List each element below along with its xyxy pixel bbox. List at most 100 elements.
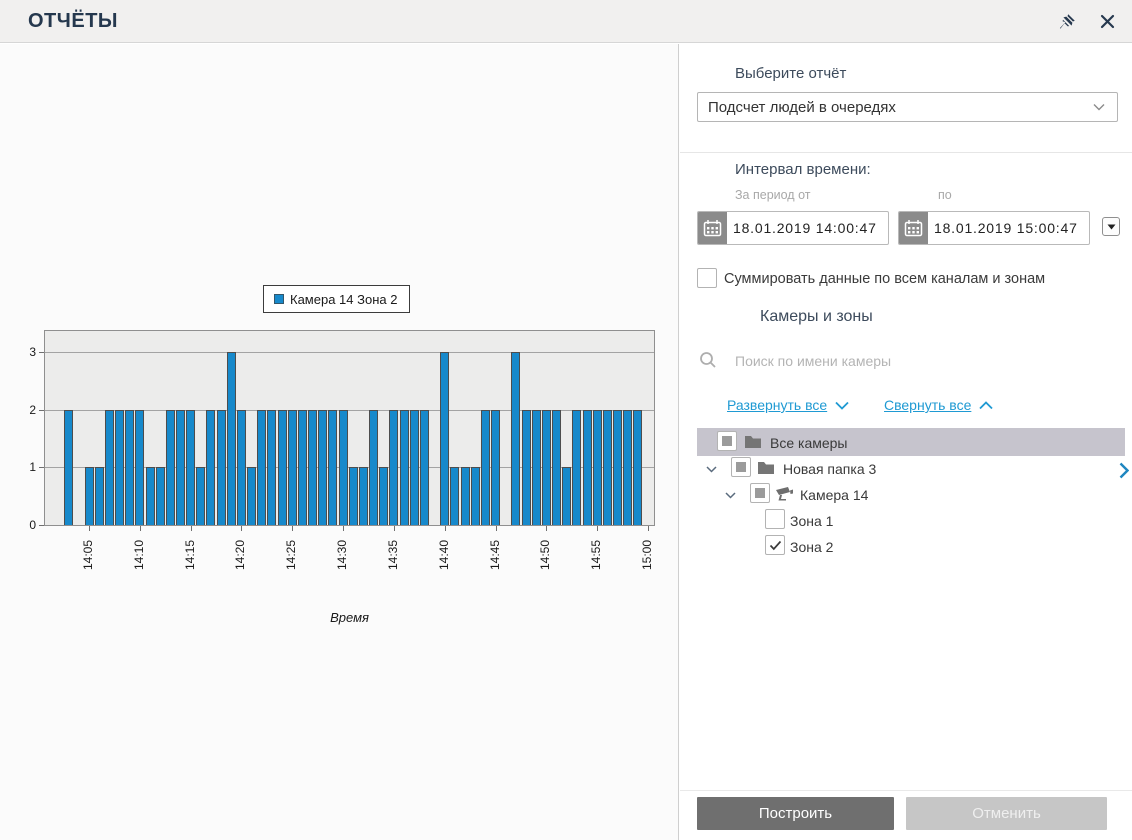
- search-icon: [700, 352, 716, 368]
- camera-search-field[interactable]: Поиск по имени камеры: [697, 347, 1118, 377]
- y-tick: [39, 525, 44, 526]
- chevron-right-icon: [1119, 462, 1129, 478]
- sum-data-checkbox[interactable]: [697, 268, 717, 288]
- x-tick-label: 14:20: [233, 539, 248, 570]
- cameras-heading: Камеры и зоны: [760, 308, 873, 325]
- bar: [186, 409, 196, 525]
- bar: [206, 409, 216, 525]
- expander-chevron-icon[interactable]: [725, 492, 736, 499]
- legend-swatch: [274, 294, 284, 304]
- tree-row-folder[interactable]: Новая папка 3: [680, 456, 1132, 482]
- chevron-down-icon: [1093, 104, 1105, 111]
- datetime-from-value[interactable]: 18.01.2019 14:00:47: [727, 212, 877, 244]
- indeterminate-mark: [736, 462, 746, 472]
- bar: [460, 467, 470, 525]
- zone2-checkbox[interactable]: [765, 535, 785, 555]
- bar: [287, 409, 297, 525]
- bar-chart-plot: [44, 330, 655, 526]
- build-button[interactable]: Построить: [697, 797, 894, 830]
- camera-search-placeholder: Поиск по имени камеры: [735, 353, 892, 369]
- x-tick-label: 14:50: [538, 539, 553, 570]
- datetime-to-value[interactable]: 18.01.2019 15:00:47: [928, 212, 1078, 244]
- calendar-to-button[interactable]: [899, 212, 928, 244]
- tree-row-zone2[interactable]: Зона 2: [680, 534, 1132, 560]
- x-tick: [648, 526, 650, 531]
- report-select[interactable]: Подсчет людей в очередях: [697, 92, 1118, 122]
- bar: [399, 409, 409, 525]
- x-tick: [393, 526, 395, 531]
- tree-row-camera[interactable]: Камера 14: [680, 482, 1132, 508]
- gridline: [45, 351, 654, 353]
- panel-expander-button[interactable]: [1116, 458, 1132, 482]
- tree-label: Все камеры: [770, 435, 848, 451]
- interval-presets-button[interactable]: [1102, 217, 1120, 236]
- x-tick-label: 14:35: [385, 539, 400, 570]
- bar: [592, 409, 602, 525]
- close-icon: [1100, 14, 1114, 28]
- x-tick: [597, 526, 599, 531]
- divider: [680, 152, 1132, 153]
- x-tick: [139, 526, 141, 531]
- report-settings-panel: Выберите отчёт Подсчет людей в очередях …: [680, 44, 1132, 840]
- bar: [115, 409, 124, 525]
- bar: [389, 409, 399, 525]
- bar: [572, 409, 582, 525]
- bar: [531, 409, 541, 525]
- sum-data-checkbox-label: Суммировать данные по всем каналам и зон…: [724, 271, 1046, 287]
- chevron-down-icon: [835, 401, 849, 410]
- triangle-down-icon: [1107, 224, 1115, 229]
- tree-label: Зона 2: [790, 539, 834, 555]
- camera-checkbox[interactable]: [750, 483, 770, 503]
- folder-checkbox[interactable]: [731, 457, 751, 477]
- x-tick: [241, 526, 243, 531]
- bar: [226, 351, 236, 525]
- close-button[interactable]: [1094, 8, 1120, 34]
- cancel-button[interactable]: Отменить: [906, 797, 1107, 830]
- calendar-from-button[interactable]: [698, 212, 727, 244]
- bar: [84, 467, 94, 525]
- folder-icon: [745, 436, 761, 448]
- y-tick-label: 2: [29, 402, 36, 417]
- pin-button[interactable]: [1054, 8, 1080, 34]
- bar: [155, 467, 165, 525]
- x-tick-label: 14:05: [81, 539, 96, 570]
- bar: [165, 409, 175, 525]
- bar: [511, 351, 521, 525]
- collapse-all-label: Свернуть все: [884, 397, 972, 413]
- calendar-icon: [703, 220, 722, 237]
- chart-region: Камера 14 Зона 2 Число людей в очереди 0…: [0, 44, 679, 840]
- x-tick-label: 14:30: [335, 539, 350, 570]
- zone1-checkbox[interactable]: [765, 509, 785, 529]
- expander-chevron-icon[interactable]: [706, 466, 717, 473]
- x-tick-label: 14:40: [436, 539, 451, 570]
- x-tick: [89, 526, 91, 531]
- x-tick: [546, 526, 548, 531]
- expand-all-link[interactable]: Развернуть все: [727, 397, 849, 413]
- all-cameras-checkbox[interactable]: [717, 431, 737, 451]
- bar: [440, 351, 450, 525]
- bar: [419, 409, 429, 525]
- datetime-from-field[interactable]: 18.01.2019 14:00:47: [697, 211, 889, 245]
- interval-to-label: по: [938, 188, 952, 202]
- chevron-up-icon: [979, 400, 993, 409]
- checkmark-icon: [769, 540, 781, 550]
- bar: [470, 467, 480, 525]
- tree-label: Камера 14: [800, 487, 869, 503]
- bar: [175, 409, 185, 525]
- bar: [348, 467, 358, 525]
- bar: [94, 467, 104, 525]
- x-tick-label: 14:25: [284, 539, 299, 570]
- collapse-all-link[interactable]: Свернуть все: [884, 397, 993, 413]
- tree-label: Новая папка 3: [783, 461, 877, 477]
- tree-row-zone1[interactable]: Зона 1: [680, 508, 1132, 534]
- camera-icon: [776, 487, 793, 501]
- tree-row-all-cameras[interactable]: Все камеры: [680, 428, 1132, 456]
- bar: [297, 409, 307, 525]
- bar: [267, 409, 277, 525]
- bar: [379, 467, 389, 525]
- x-tick-label: 14:15: [182, 539, 197, 570]
- y-tick: [39, 351, 44, 353]
- y-tick: [39, 467, 44, 469]
- datetime-to-field[interactable]: 18.01.2019 15:00:47: [898, 211, 1090, 245]
- bar: [450, 467, 460, 525]
